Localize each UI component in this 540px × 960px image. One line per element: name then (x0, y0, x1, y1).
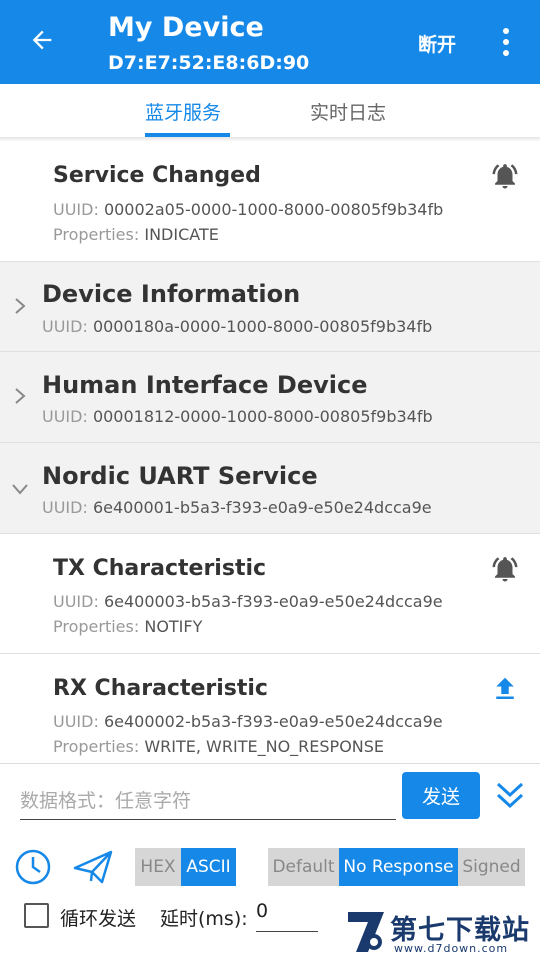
back-button[interactable] (24, 22, 60, 58)
service-uuid: UUID: 6e400001-b5a3-f393-e0a9-e50e24dcca… (42, 498, 432, 517)
delay-input[interactable]: 0 (256, 900, 318, 932)
characteristic-row-rx[interactable]: RX Characteristic UUID: 6e400002-b5a3-f3… (0, 654, 540, 763)
upload-icon[interactable] (490, 674, 520, 704)
paper-plane-icon[interactable] (72, 848, 114, 886)
characteristic-properties: Properties: NOTIFY (53, 617, 203, 636)
service-uuid: UUID: 00001812-0000-1000-8000-00805f9b34… (42, 407, 433, 426)
tab-bar: 蓝牙服务 实时日志 (0, 84, 540, 138)
more-options-icon[interactable] (494, 24, 518, 60)
write-signed-option[interactable]: Signed (458, 848, 525, 886)
double-chevron-down-icon[interactable] (494, 778, 526, 812)
service-row-human-interface-device[interactable]: Human Interface Device UUID: 00001812-00… (0, 352, 540, 443)
service-uuid: UUID: 0000180a-0000-1000-8000-00805f9b34… (42, 317, 433, 336)
device-address: D7:E7:52:E8:6D:90 (108, 52, 310, 74)
bell-icon[interactable] (490, 554, 520, 584)
clock-icon[interactable] (14, 848, 52, 886)
format-toggle: HEX ASCII (135, 848, 236, 886)
device-name: My Device (108, 12, 264, 43)
characteristic-name: TX Characteristic (53, 556, 267, 581)
characteristic-row-service-changed[interactable]: Service Changed UUID: 00002a05-0000-1000… (0, 141, 540, 262)
characteristic-properties: Properties: WRITE, WRITE_NO_RESPONSE (53, 737, 385, 756)
characteristic-name: Service Changed (53, 163, 261, 188)
service-row-device-information[interactable]: Device Information UUID: 0000180a-0000-1… (0, 262, 540, 352)
characteristic-row-tx[interactable]: TX Characteristic UUID: 6e400003-b5a3-f3… (0, 534, 540, 654)
disconnect-button[interactable]: 断开 (418, 30, 456, 57)
format-hex-option[interactable]: HEX (135, 848, 181, 886)
service-row-nordic-uart[interactable]: Nordic UART Service UUID: 6e400001-b5a3-… (0, 443, 540, 534)
send-button[interactable]: 发送 (402, 772, 480, 819)
service-name: Human Interface Device (42, 371, 368, 399)
watermark-url: www.d7down.com (394, 942, 509, 955)
watermark: 第七下载站 www.d7down.com (344, 906, 534, 960)
characteristic-uuid: UUID: 6e400003-b5a3-f393-e0a9-e50e24dcca… (53, 592, 443, 611)
loop-send-checkbox[interactable] (24, 903, 49, 928)
characteristic-name: RX Characteristic (53, 676, 268, 701)
watermark-logo (348, 912, 384, 952)
write-default-option[interactable]: Default (268, 848, 339, 886)
tab-bluetooth-services[interactable]: 蓝牙服务 (145, 98, 221, 125)
arrow-left-icon (32, 30, 52, 50)
tab-realtime-log[interactable]: 实时日志 (310, 98, 386, 125)
chevron-right-icon (15, 388, 26, 404)
data-input[interactable]: 数据格式：任意字符 (20, 786, 396, 820)
chevron-right-icon (15, 298, 26, 314)
write-type-toggle: Default No Response Signed (268, 848, 525, 886)
loop-send-label: 循环发送 (60, 908, 137, 930)
format-ascii-option[interactable]: ASCII (181, 848, 236, 886)
chevron-down-icon (12, 484, 28, 495)
delay-label: 延时(ms): (160, 908, 248, 930)
service-name: Nordic UART Service (42, 462, 318, 490)
characteristic-uuid: UUID: 00002a05-0000-1000-8000-00805f9b34… (53, 200, 444, 219)
characteristic-uuid: UUID: 6e400002-b5a3-f393-e0a9-e50e24dcca… (53, 712, 443, 731)
app-bar: My Device D7:E7:52:E8:6D:90 断开 (0, 0, 540, 84)
write-no-response-option[interactable]: No Response (339, 848, 458, 886)
bell-icon[interactable] (490, 161, 520, 191)
characteristic-properties: Properties: INDICATE (53, 225, 219, 244)
service-name: Device Information (42, 280, 301, 308)
